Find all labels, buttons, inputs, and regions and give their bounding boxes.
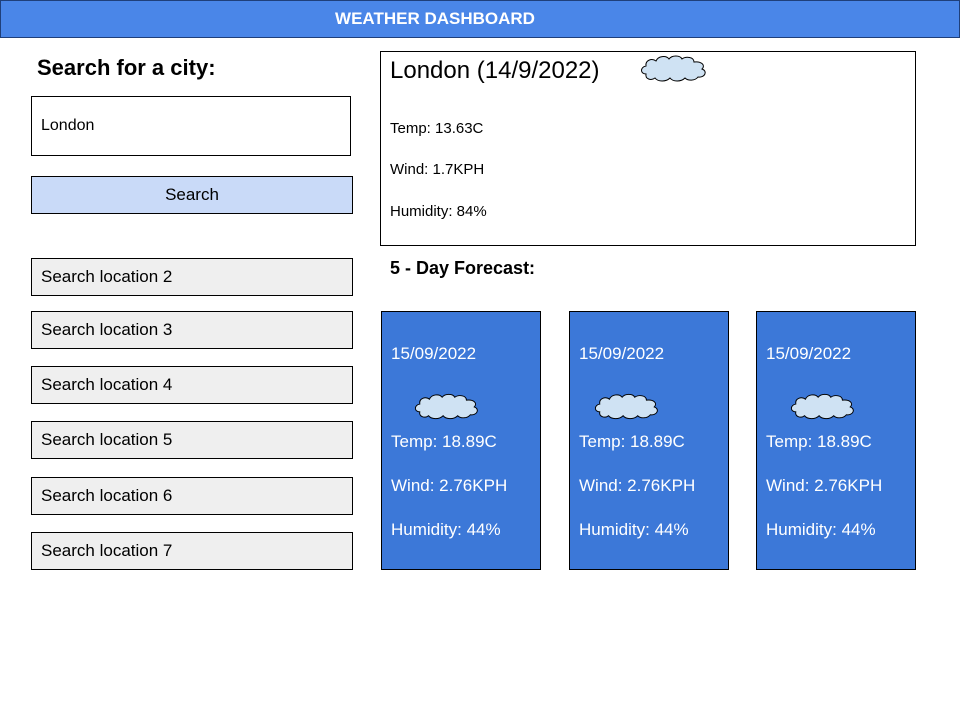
cloud-icon bbox=[414, 393, 478, 420]
current-wind: Wind: 1.7KPH bbox=[390, 161, 485, 178]
forecast-card: 15/09/2022 Temp: 18.89C Wind: 2.76KPH Hu… bbox=[381, 311, 541, 570]
forecast-humidity: Humidity: 44% bbox=[391, 520, 501, 539]
forecast-date: 15/09/2022 bbox=[391, 344, 477, 363]
history-item[interactable]: Search location 6 bbox=[31, 477, 353, 515]
history-item[interactable]: Search location 5 bbox=[31, 421, 353, 459]
forecast-humidity: Humidity: 44% bbox=[579, 520, 689, 539]
forecast-temp: Temp: 18.89C bbox=[579, 432, 685, 451]
history-item[interactable]: Search location 2 bbox=[31, 258, 353, 296]
forecast-date: 15/09/2022 bbox=[579, 344, 665, 363]
forecast-humidity: Humidity: 44% bbox=[766, 520, 876, 539]
cloud-icon bbox=[594, 393, 658, 420]
forecast-temp: Temp: 18.89C bbox=[766, 432, 872, 451]
forecast-wind: Wind: 2.76KPH bbox=[579, 476, 696, 495]
history-item[interactable]: Search location 7 bbox=[31, 532, 353, 570]
forecast-heading: 5 - Day Forecast: bbox=[390, 258, 536, 278]
search-heading: Search for a city: bbox=[37, 55, 216, 80]
current-humidity: Humidity: 84% bbox=[390, 203, 487, 220]
search-button[interactable]: Search bbox=[31, 176, 353, 214]
forecast-wind: Wind: 2.76KPH bbox=[391, 476, 508, 495]
history-item[interactable]: Search location 3 bbox=[31, 311, 353, 349]
forecast-temp: Temp: 18.89C bbox=[391, 432, 497, 451]
app-title: WEATHER DASHBOARD bbox=[335, 9, 535, 28]
cloud-icon bbox=[790, 393, 854, 420]
forecast-card: 15/09/2022 Temp: 18.89C Wind: 2.76KPH Hu… bbox=[569, 311, 729, 570]
current-temp: Temp: 13.63C bbox=[390, 120, 484, 137]
forecast-wind: Wind: 2.76KPH bbox=[766, 476, 883, 495]
cloud-icon bbox=[641, 55, 706, 82]
city-search-input[interactable] bbox=[31, 96, 351, 156]
current-weather-card: London (14/9/2022) Temp: 13.63C Wind: 1.… bbox=[380, 51, 916, 246]
forecast-card: 15/09/2022 Temp: 18.89C Wind: 2.76KPH Hu… bbox=[756, 311, 916, 570]
app-header: WEATHER DASHBOARD bbox=[0, 0, 960, 38]
history-item[interactable]: Search location 4 bbox=[31, 366, 353, 404]
current-city-title: London (14/9/2022) bbox=[390, 57, 600, 84]
forecast-date: 15/09/2022 bbox=[766, 344, 852, 363]
